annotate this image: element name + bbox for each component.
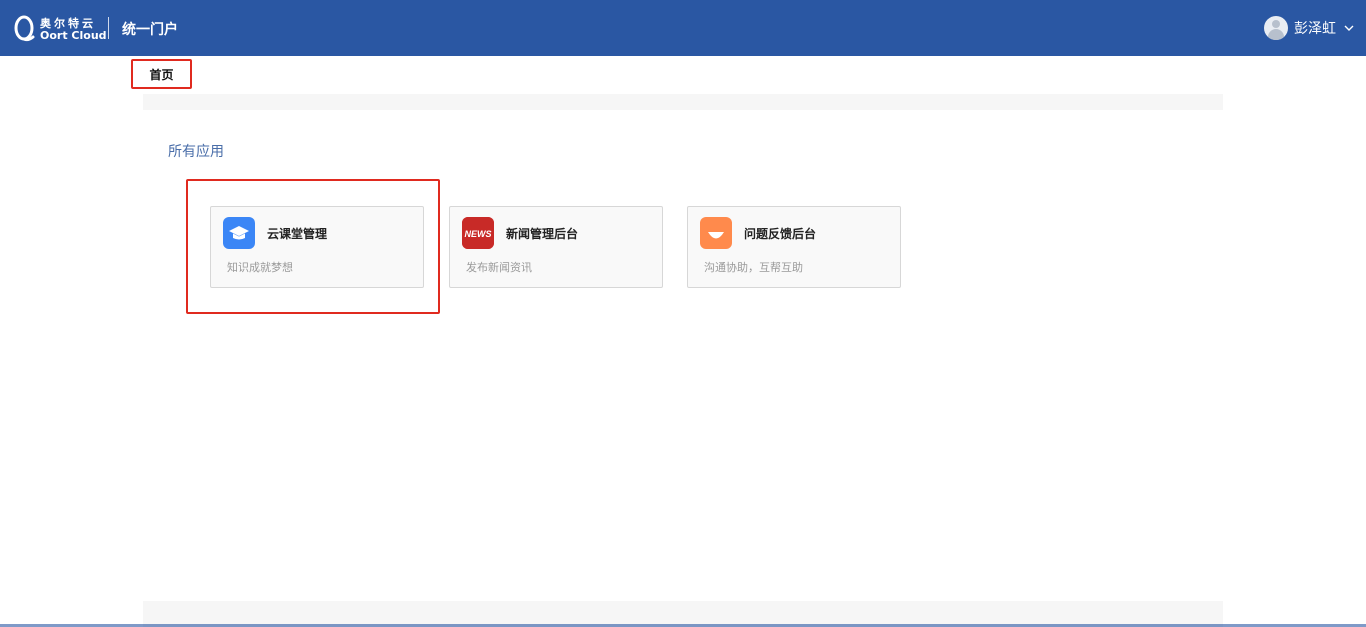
app-description: 发布新闻资讯 bbox=[466, 261, 532, 274]
graduation-cap-icon bbox=[223, 217, 255, 249]
news-icon: NEWS bbox=[462, 217, 494, 249]
news-icon-text: NEWS bbox=[465, 229, 492, 239]
user-name: 彭泽虹 bbox=[1294, 21, 1336, 37]
app-card-feedback-admin[interactable]: 问题反馈后台 沟通协助，互帮互助 bbox=[687, 206, 901, 288]
tab-home[interactable]: 首页 bbox=[131, 59, 192, 89]
app-name: 云课堂管理 bbox=[267, 227, 328, 241]
app-description: 知识成就梦想 bbox=[227, 261, 293, 274]
app-card-cloud-classroom[interactable]: 云课堂管理 知识成就梦想 bbox=[210, 206, 424, 288]
logo-mark-icon bbox=[14, 15, 35, 42]
app-name: 问题反馈后台 bbox=[744, 227, 817, 241]
smile-icon bbox=[700, 217, 732, 249]
user-menu[interactable]: 彭泽虹 bbox=[1264, 16, 1354, 40]
avatar bbox=[1264, 16, 1288, 40]
logo-text-en: Oort Cloud bbox=[40, 29, 107, 42]
portal-title: 统一门户 bbox=[122, 22, 178, 38]
app-card-news-admin[interactable]: NEWS 新闻管理后台 发布新闻资讯 bbox=[449, 206, 663, 288]
chevron-down-icon bbox=[1344, 25, 1354, 31]
app-name: 新闻管理后台 bbox=[506, 227, 579, 241]
header-divider bbox=[108, 17, 109, 39]
content-top-band bbox=[143, 94, 1223, 110]
oort-cloud-logo[interactable]: 奥尔特云 Oort Cloud bbox=[14, 13, 107, 43]
top-bar: 奥尔特云 Oort Cloud 统一门户 彭泽虹 bbox=[0, 0, 1366, 56]
app-description: 沟通协助，互帮互助 bbox=[704, 261, 803, 274]
section-title: 所有应用 bbox=[168, 144, 224, 160]
